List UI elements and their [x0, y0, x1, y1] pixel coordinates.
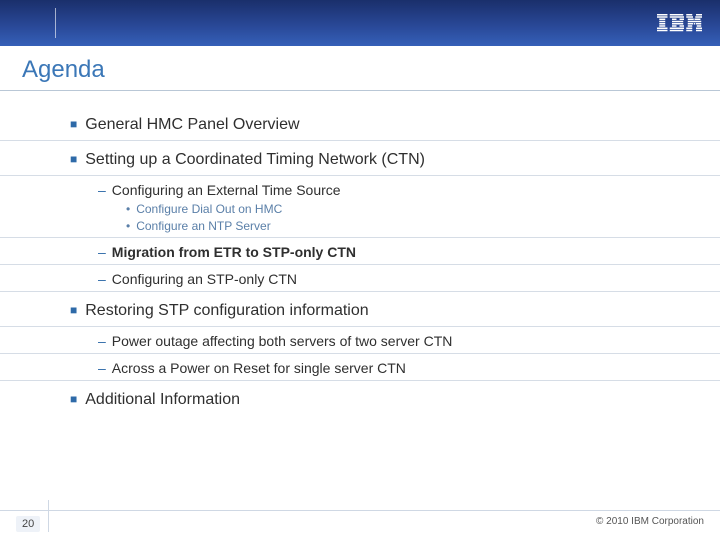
bullet-dot-icon: •	[126, 202, 130, 216]
footer: 20 © 2010 IBM Corporation	[0, 516, 720, 532]
agenda-item: ■ Restoring STP configuration information	[70, 302, 690, 320]
divider	[0, 353, 720, 354]
agenda-item: ■ Setting up a Coordinated Timing Network…	[70, 151, 690, 169]
agenda-text: General HMC Panel Overview	[85, 116, 299, 133]
agenda-text: Restoring STP configuration information	[85, 302, 368, 319]
agenda-item: ■ General HMC Panel Overview	[70, 116, 690, 134]
bullet-dash-icon: –	[98, 271, 106, 287]
bullet-square-icon: ■	[70, 117, 77, 131]
divider	[0, 140, 720, 141]
divider	[0, 380, 720, 381]
topbar	[0, 0, 720, 46]
agenda-subsubitem: • Configure an NTP Server	[126, 219, 690, 233]
bullet-dot-icon: •	[126, 219, 130, 233]
agenda-subitem: –Migration from ETR to STP-only CTN	[98, 244, 690, 260]
slide: Agenda ■ General HMC Panel Overview ■ Sett…	[0, 0, 720, 540]
agenda-text: Across a Power on Reset for single serve…	[112, 360, 406, 376]
agenda-text: Configuring an External Time Source	[112, 182, 341, 198]
agenda-subitem: –Power outage affecting both servers of …	[98, 333, 690, 349]
divider	[0, 291, 720, 292]
bullet-dash-icon: –	[98, 360, 106, 376]
agenda-text: Setting up a Coordinated Timing Network …	[85, 151, 425, 168]
agenda-text: Configure an NTP Server	[136, 219, 271, 233]
divider	[0, 175, 720, 176]
bullet-square-icon: ■	[70, 152, 77, 166]
agenda-text: Configuring an STP-only CTN	[112, 271, 297, 287]
divider	[0, 326, 720, 327]
agenda-text: Migration from ETR to STP-only CTN	[112, 244, 356, 260]
bullet-square-icon: ■	[70, 392, 77, 406]
agenda-subsubitem: • Configure Dial Out on HMC	[126, 202, 690, 216]
page-number: 20	[16, 516, 40, 532]
bullet-dash-icon: –	[98, 182, 106, 198]
agenda-subitem: –Configuring an STP-only CTN	[98, 271, 690, 287]
agenda-text: Power outage affecting both servers of t…	[112, 333, 453, 349]
ibm-logo	[657, 14, 702, 32]
agenda-subitem: –Configuring an External Time Source	[98, 182, 690, 198]
title-rule	[0, 90, 720, 91]
agenda-content: ■ General HMC Panel Overview ■ Setting up …	[70, 106, 690, 415]
divider	[0, 264, 720, 265]
copyright: © 2010 IBM Corporation	[596, 516, 704, 532]
agenda-text: Configure Dial Out on HMC	[136, 202, 282, 216]
slide-title: Agenda	[22, 56, 105, 84]
agenda-subitem: –Across a Power on Reset for single serv…	[98, 360, 690, 376]
agenda-text: Additional Information	[85, 391, 240, 408]
bullet-square-icon: ■	[70, 303, 77, 317]
bullet-dash-icon: –	[98, 333, 106, 349]
bullet-dash-icon: –	[98, 244, 106, 260]
agenda-item: ■ Additional Information	[70, 391, 690, 409]
divider	[0, 237, 720, 238]
